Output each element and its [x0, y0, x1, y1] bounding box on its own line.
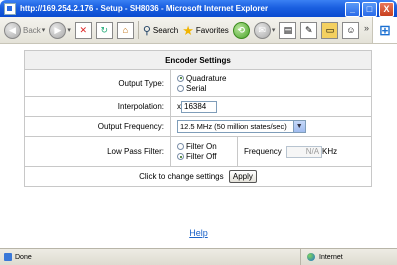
- status-text: Done: [15, 253, 32, 261]
- history-button[interactable]: ⟲: [232, 21, 250, 39]
- history-icon: ⟲: [232, 21, 250, 39]
- interpolation-input[interactable]: 16384: [181, 100, 217, 113]
- search-icon: ⚲: [142, 24, 151, 37]
- ie-page-icon: [4, 2, 16, 15]
- windows-logo-icon: ⊞: [372, 17, 397, 43]
- edit-button[interactable]: ✎: [300, 21, 318, 39]
- serial-radio[interactable]: [177, 84, 184, 92]
- page-icon: [4, 253, 12, 261]
- search-label: Search: [152, 25, 179, 35]
- messenger-icon: ☺: [342, 21, 360, 39]
- filter-on-radio[interactable]: [177, 143, 184, 150]
- filter-on-option[interactable]: Filter On: [177, 142, 237, 152]
- low-pass-filter-label: Low Pass Filter:: [24, 136, 171, 167]
- window-title: http://169.254.2.176 - Setup - SH8036 - …: [20, 4, 269, 13]
- filter-off-radio[interactable]: [177, 153, 184, 160]
- output-frequency-select[interactable]: 12.5 MHz (50 million states/sec) ▼: [177, 120, 306, 133]
- title-bar: http://169.254.2.176 - Setup - SH8036 - …: [0, 0, 397, 17]
- stop-icon: ✕: [74, 21, 92, 39]
- close-button[interactable]: X: [379, 2, 394, 17]
- window-controls: _ □ X: [345, 2, 394, 17]
- output-frequency-value: 12.5 MHz (50 million states/sec): [180, 122, 287, 131]
- folder-icon: ▭: [321, 21, 339, 39]
- chevron-down-icon: ▾: [41, 27, 46, 34]
- interpolation-label: Interpolation:: [24, 96, 171, 117]
- frequency-unit: KHz: [322, 146, 338, 156]
- frequency-label: Frequency: [244, 146, 282, 156]
- messenger-button[interactable]: ☺: [342, 21, 360, 39]
- chevron-down-icon: ▾: [271, 27, 276, 34]
- back-label: Back: [23, 25, 41, 35]
- serial-option[interactable]: Serial: [177, 83, 371, 93]
- chevron-down-icon: ▼: [292, 121, 305, 132]
- minimize-button[interactable]: _: [345, 2, 360, 17]
- quadrature-option[interactable]: Quadrature: [177, 73, 371, 83]
- refresh-icon: ↻: [95, 21, 113, 39]
- status-bar: Done Internet: [0, 248, 397, 265]
- serial-label: Serial: [186, 83, 207, 93]
- printer-icon: ▤: [279, 21, 297, 39]
- search-button[interactable]: ⚲ Search: [143, 24, 178, 37]
- browser-toolbar: ◀ Back ▾ ▶ ▾ ✕ ↻ ⌂ ⚲ Search ★ Favorites …: [0, 17, 397, 44]
- mail-icon: ✉: [253, 21, 271, 39]
- security-zone: Internet: [300, 249, 343, 265]
- chevron-right-icon[interactable]: »: [364, 23, 369, 33]
- globe-icon: [307, 253, 315, 261]
- refresh-button[interactable]: ↻: [95, 21, 113, 39]
- filter-radio-group: Filter On Filter Off: [170, 136, 238, 167]
- home-button[interactable]: ⌂: [116, 21, 134, 39]
- help-link[interactable]: Help: [0, 228, 397, 238]
- print-button[interactable]: ▤: [279, 21, 297, 39]
- back-button[interactable]: ◀ Back ▾: [4, 21, 46, 39]
- output-type-label: Output Type:: [24, 69, 171, 97]
- encoder-settings-table: Encoder Settings Output Type: Quadrature…: [24, 50, 372, 187]
- quadrature-radio[interactable]: [177, 74, 184, 82]
- page-content: Encoder Settings Output Type: Quadrature…: [0, 44, 397, 248]
- forward-button[interactable]: ▶ ▾: [49, 21, 71, 39]
- stop-button[interactable]: ✕: [74, 21, 92, 39]
- favorites-label: Favorites: [195, 25, 229, 35]
- toolbar-divider: [137, 21, 139, 39]
- frequency-input[interactable]: N/A: [286, 145, 323, 158]
- output-frequency-label: Output Frequency:: [24, 116, 171, 137]
- filter-on-label: Filter On: [186, 142, 217, 151]
- favorites-button[interactable]: ★ Favorites: [182, 24, 229, 37]
- chevron-down-icon: ▾: [67, 27, 71, 34]
- back-arrow-icon: ◀: [4, 21, 21, 39]
- forward-arrow-icon: ▶: [49, 21, 67, 39]
- mail-button[interactable]: ✉ ▾: [253, 21, 276, 39]
- apply-button[interactable]: Apply: [228, 170, 257, 183]
- folder-button[interactable]: ▭: [321, 21, 339, 39]
- filter-off-label: Filter Off: [186, 152, 217, 161]
- settings-header: Encoder Settings: [24, 50, 372, 70]
- zone-label: Internet: [319, 253, 343, 261]
- output-type-radio-group: Quadrature Serial: [170, 69, 372, 97]
- filter-off-option[interactable]: Filter Off: [177, 152, 237, 162]
- apply-instruction: Click to change settings: [139, 172, 224, 181]
- home-icon: ⌂: [116, 21, 134, 39]
- edit-icon: ✎: [300, 21, 318, 39]
- maximize-button[interactable]: □: [362, 2, 377, 17]
- quadrature-label: Quadrature: [186, 73, 227, 83]
- star-icon: ★: [182, 22, 194, 38]
